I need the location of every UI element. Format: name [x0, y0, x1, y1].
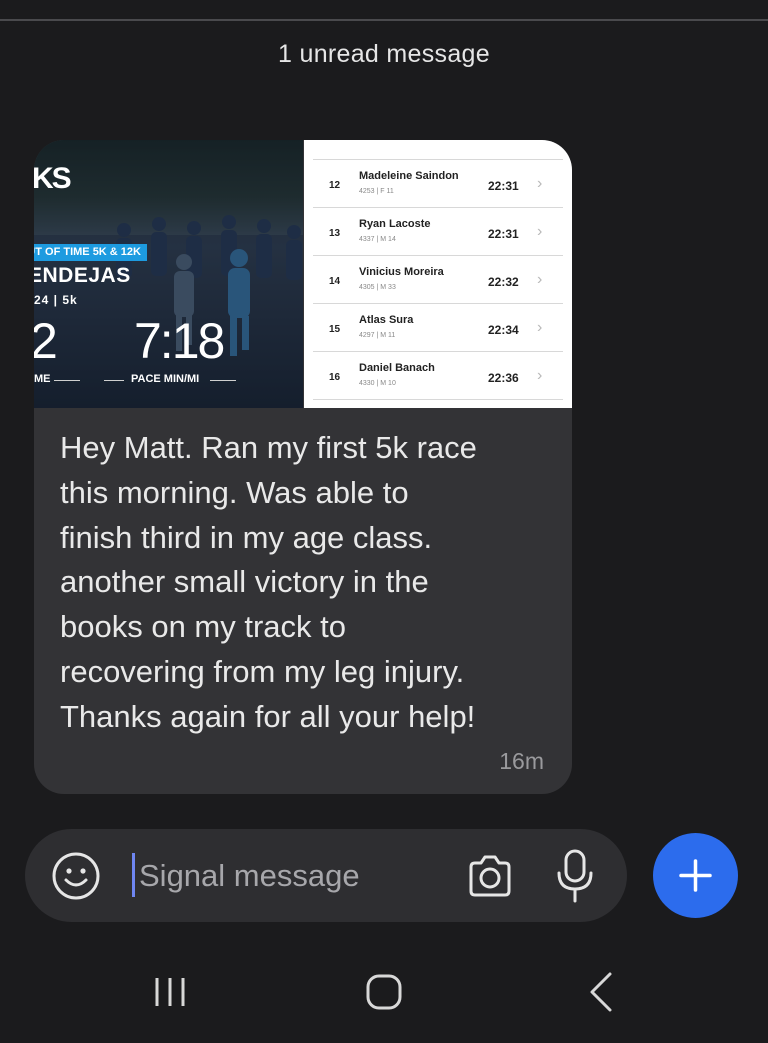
message-timestamp: 16m — [499, 748, 544, 774]
results-row: 14 Vinicius Moreira 4305 | M 33 22:32 › — [313, 256, 563, 304]
message-line: Hey Matt. Ran my first 5k race — [60, 430, 477, 465]
event-banner: OUT OF TIME 5K & 12K — [34, 244, 147, 261]
microphone-icon[interactable] — [551, 847, 599, 905]
result-time: 22:32 — [488, 275, 519, 289]
system-nav-bar — [0, 950, 768, 1043]
event-name: ENDEJAS — [34, 264, 131, 287]
result-name: Daniel Banach — [359, 362, 435, 374]
chevron-right-icon: › — [537, 223, 543, 240]
result-name: Ryan Lacoste — [359, 218, 431, 230]
message-line: another small victory in the — [60, 564, 429, 600]
stat-divider — [104, 380, 124, 381]
recents-icon[interactable] — [150, 972, 190, 1012]
pace-stat-label: PACE MIN/MI — [131, 373, 200, 385]
message-line: books on my track to — [60, 609, 347, 645]
time-stat-label: ME — [34, 373, 51, 385]
event-banner-text: OUT OF TIME 5K & 12K — [34, 246, 141, 258]
chevron-right-icon: › — [537, 271, 543, 288]
status-divider — [0, 19, 768, 21]
media-results-screenshot[interactable]: 12 Madeleine Saindon 4253 | F 11 22:31 ›… — [304, 140, 572, 408]
message-composer — [25, 829, 627, 922]
result-place: 14 — [329, 276, 341, 287]
results-row: 16 Daniel Banach 4330 | M 10 22:36 › — [313, 352, 563, 400]
results-row: 15 Atlas Sura 4297 | M 11 22:34 › — [313, 304, 563, 352]
result-meta: 4330 | M 10 — [359, 380, 396, 387]
results-row-partial — [313, 140, 563, 160]
result-meta: 4337 | M 14 — [359, 236, 396, 243]
result-place: 12 — [329, 180, 341, 191]
stat-divider — [210, 380, 236, 381]
message-bubble[interactable]: KS OUT OF TIME 5K & 12K ENDEJAS 24 | 5k … — [34, 140, 572, 794]
result-place: 13 — [329, 228, 341, 239]
home-icon[interactable] — [364, 972, 404, 1012]
result-meta: 4253 | F 11 — [359, 188, 394, 195]
add-attachment-button[interactable] — [653, 833, 738, 918]
result-name: Atlas Sura — [359, 314, 414, 326]
unread-divider-label: 1 unread message — [278, 40, 490, 68]
chevron-right-icon: › — [537, 175, 543, 192]
result-name: Madeleine Saindon — [359, 170, 459, 182]
message-line: finish third in my age class. — [60, 519, 433, 555]
plus-icon — [679, 859, 712, 892]
result-place: 15 — [329, 324, 341, 335]
result-time: 22:31 — [488, 179, 519, 193]
result-meta: 4297 | M 11 — [359, 332, 396, 339]
media-race-photo[interactable]: KS OUT OF TIME 5K & 12K ENDEJAS 24 | 5k … — [34, 140, 303, 408]
event-meta: 24 | 5k — [34, 293, 78, 307]
results-row: 13 Ryan Lacoste 4337 | M 14 22:31 › — [313, 208, 563, 256]
camera-icon[interactable] — [465, 851, 515, 901]
result-meta: 4305 | M 33 — [359, 284, 396, 291]
stat-divider — [54, 380, 80, 381]
chevron-right-icon: › — [537, 319, 543, 336]
pace-stat-value: 7:18 — [134, 313, 225, 369]
brand-logo-fragment: KS — [34, 162, 72, 195]
result-time: 22:34 — [488, 323, 519, 337]
result-place: 16 — [329, 372, 341, 383]
message-line: recovering from my leg injury. — [60, 653, 465, 689]
results-row: 12 Madeleine Saindon 4253 | F 11 22:31 › — [313, 160, 563, 208]
message-line: Thanks again for all your help! — [60, 698, 476, 734]
chevron-right-icon: › — [537, 367, 543, 384]
time-stat-value: 2 — [34, 313, 58, 369]
result-time: 22:31 — [488, 227, 519, 241]
message-line: this morning. Was able to — [60, 474, 409, 510]
message-body: Hey Matt. Ran my first 5k race this morn… — [60, 426, 560, 740]
message-input[interactable] — [133, 851, 453, 901]
emoji-icon[interactable] — [51, 851, 101, 901]
result-name: Vinicius Moreira — [359, 266, 444, 278]
back-icon[interactable] — [584, 970, 618, 1014]
result-time: 22:36 — [488, 371, 519, 385]
